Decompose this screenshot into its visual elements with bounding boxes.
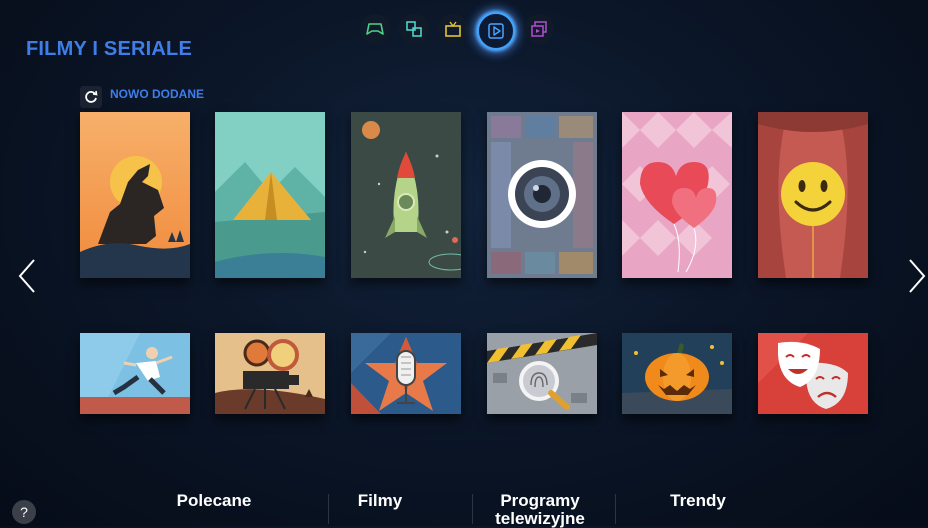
tv-icon[interactable] [438, 14, 468, 44]
apps-icon[interactable] [399, 14, 429, 44]
tile-halloween-pumpkin[interactable] [622, 333, 732, 414]
tile-fingerprint-magnifier[interactable] [487, 333, 597, 414]
top-nav [360, 12, 554, 50]
menu-item-trendy[interactable]: Trendy [638, 492, 758, 510]
tile-microphone-star[interactable] [351, 333, 461, 414]
menu-divider [328, 494, 329, 524]
bottom-menu: Polecane Filmy Programy telewizyjne Tren… [0, 488, 928, 528]
menu-divider [472, 494, 473, 524]
menu-divider [615, 494, 616, 524]
tile-movie-camera[interactable] [215, 333, 325, 414]
chevron-right-icon[interactable] [906, 258, 928, 294]
menu-item-programy-telewizyjne[interactable]: Programy telewizyjne [474, 492, 606, 528]
page-title: FILMY I SERIALE [26, 38, 192, 60]
tile-rooster-sunset[interactable] [80, 112, 190, 278]
gamepad-icon[interactable] [360, 14, 390, 44]
menu-item-polecane[interactable]: Polecane [154, 492, 274, 510]
menu-item-filmy[interactable]: Filmy [330, 492, 430, 510]
multimedia-icon[interactable] [524, 14, 554, 44]
tile-rocket-space[interactable] [351, 112, 461, 278]
play-icon[interactable] [477, 12, 515, 50]
section-label: NOWO DODANE [110, 87, 204, 101]
refresh-icon[interactable] [80, 86, 102, 108]
tile-tent-mountains[interactable] [215, 112, 325, 278]
tile-smiley-balloon[interactable] [758, 112, 868, 278]
chevron-left-icon[interactable] [16, 258, 38, 294]
help-button[interactable]: ? [12, 500, 36, 524]
tile-heart-balloons[interactable] [622, 112, 732, 278]
tile-runner[interactable] [80, 333, 190, 414]
tile-theater-masks[interactable] [758, 333, 868, 414]
tile-camera-lens-collage[interactable] [487, 112, 597, 278]
